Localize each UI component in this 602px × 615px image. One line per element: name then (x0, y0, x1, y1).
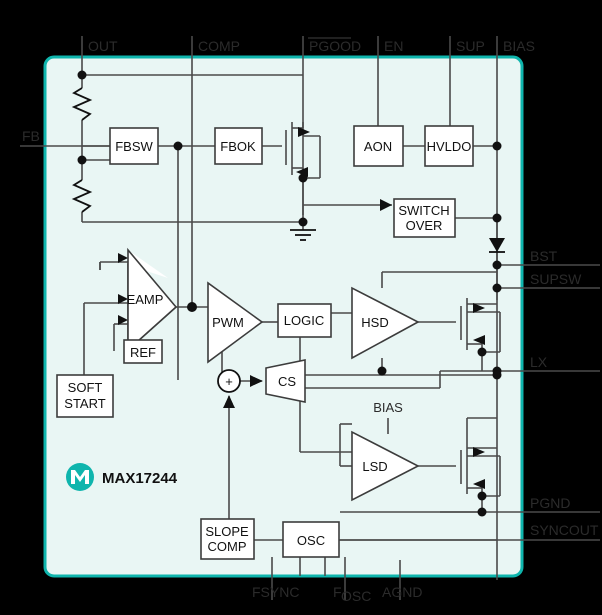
switchover-label-line2: OVER (406, 218, 443, 233)
summing-node: + (217, 369, 241, 393)
summing-node-label: + (225, 374, 233, 389)
diagram-svg: FBSW FBOK AON HVLDO SWITCH OVER EAMP REF… (0, 0, 602, 615)
pin-label-agnd: AGND (382, 584, 422, 600)
pin-label-fb: FB (22, 128, 40, 144)
slopecomp-block[interactable]: SLOPE COMP (200, 518, 255, 560)
pin-label-comp: COMP (198, 38, 240, 54)
fbsw-block[interactable]: FBSW (109, 127, 159, 165)
pin-label-pgood: PGOOD (309, 38, 361, 54)
pin-label-en: EN (384, 38, 403, 54)
eamp-label: EAMP (127, 292, 164, 307)
fbok-block[interactable]: FBOK (214, 127, 263, 165)
fbok-label: FBOK (220, 139, 256, 154)
pin-label-fsync: FSYNC (252, 584, 299, 600)
pin-label-supsw: SUPSW (530, 271, 582, 287)
hvldo-block[interactable]: HVLDO (424, 125, 474, 167)
logic-label: LOGIC (284, 313, 324, 328)
aon-label: AON (364, 139, 392, 154)
pin-label-bias: BIAS (503, 38, 535, 54)
part-number-label: MAX17244 (102, 470, 178, 487)
osc-block[interactable]: OSC (282, 521, 340, 558)
pin-label-pgnd: PGND (530, 495, 570, 511)
softstart-label-line1: SOFT (68, 380, 103, 395)
softstart-label-line2: START (64, 396, 105, 411)
softstart-block[interactable]: SOFT START (56, 374, 114, 418)
pwm-label: PWM (212, 315, 244, 330)
pin-label-bst: BST (530, 248, 558, 264)
pin-label-lx: LX (530, 354, 548, 370)
hsd-label: HSD (361, 315, 388, 330)
switchover-label-line1: SWITCH (398, 203, 449, 218)
cs-block[interactable]: CS (265, 359, 306, 403)
slopecomp-label-line2: COMP (208, 539, 247, 554)
cs-label: CS (278, 374, 296, 389)
fbsw-label: FBSW (115, 139, 153, 154)
lsd-label: LSD (362, 459, 387, 474)
maxim-integrated-logo (66, 463, 94, 491)
pin-label-syncout: SYNCOUT (530, 522, 599, 538)
hvldo-label: HVLDO (427, 139, 472, 154)
block-diagram-canvas: FBSW FBOK AON HVLDO SWITCH OVER EAMP REF… (0, 0, 602, 615)
ref-block[interactable]: REF (123, 339, 163, 364)
pin-label-fosc-subscript: OSC (341, 588, 371, 604)
aon-block[interactable]: AON (353, 125, 404, 167)
bias-net-label: BIAS (373, 400, 403, 415)
osc-label: OSC (297, 533, 325, 548)
pin-label-out: OUT (88, 38, 118, 54)
logic-block[interactable]: LOGIC (277, 303, 332, 338)
slopecomp-label-line1: SLOPE (205, 524, 249, 539)
ref-label: REF (130, 345, 156, 360)
pin-label-sup: SUP (456, 38, 485, 54)
switchover-block[interactable]: SWITCH OVER (393, 198, 456, 238)
